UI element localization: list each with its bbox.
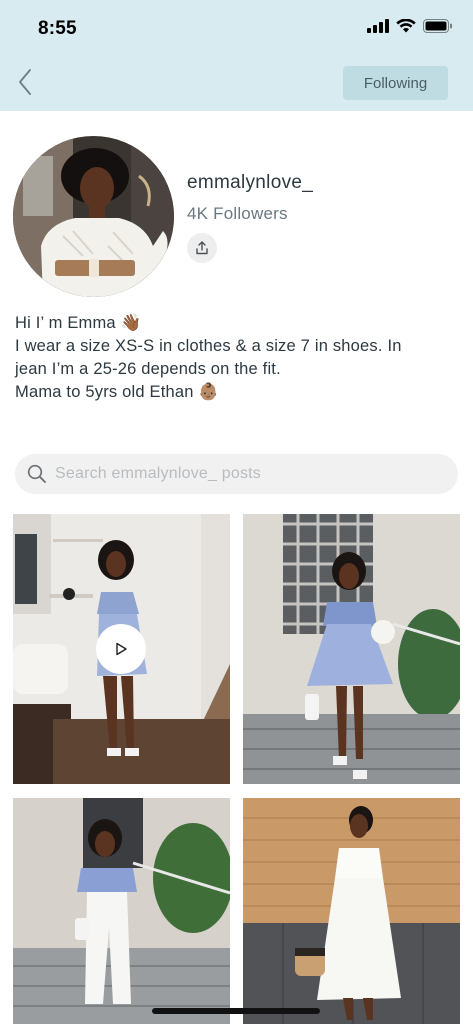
back-button[interactable] (12, 65, 38, 99)
avatar[interactable] (13, 136, 174, 297)
bio-line: I wear a size XS-S in clothes & a size 7… (15, 337, 402, 355)
share-icon (196, 241, 208, 255)
search-input[interactable] (55, 465, 435, 483)
play-icon (116, 642, 127, 656)
wifi-icon (396, 19, 416, 33)
avatar-photo (13, 136, 174, 297)
following-button[interactable]: Following (343, 66, 448, 100)
status-time: 8:55 (38, 18, 77, 39)
post-3-photo (13, 798, 230, 1024)
post-tile-4[interactable] (243, 798, 460, 1024)
play-button[interactable] (96, 624, 146, 674)
share-button[interactable] (187, 233, 217, 263)
bio-line: Hi I’ m Emma 👋🏾 (15, 314, 142, 332)
status-bar: 8:55 (0, 0, 473, 50)
post-tile-1[interactable] (13, 514, 230, 784)
cellular-signal-icon (367, 19, 389, 33)
nav-bar: Following (0, 55, 473, 111)
search-bar[interactable] (15, 454, 458, 494)
post-tile-2[interactable] (243, 514, 460, 784)
profile-followers: 4K Followers (187, 204, 288, 223)
post-tile-3[interactable] (13, 798, 230, 1024)
post-2-photo (243, 514, 460, 784)
bio-line: jean I’m a 25-26 depends on the fit. (15, 360, 281, 378)
profile-username: emmalynlove_ (187, 172, 314, 193)
chevron-left-icon (19, 69, 31, 95)
home-indicator[interactable] (152, 1008, 320, 1014)
bio-line: Mama to 5yrs old Ethan 👶🏽 (15, 383, 220, 401)
status-icons (367, 19, 453, 33)
battery-icon (423, 19, 452, 33)
profile-bio: Hi I’ m Emma 👋🏾 I wear a size XS-S in cl… (15, 312, 460, 404)
post-4-photo (243, 798, 460, 1024)
search-icon (27, 464, 46, 483)
